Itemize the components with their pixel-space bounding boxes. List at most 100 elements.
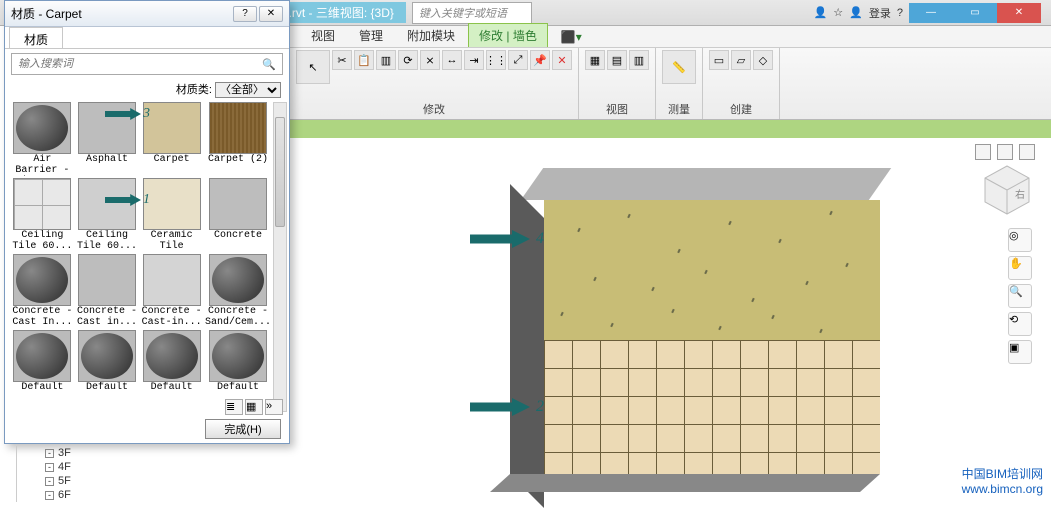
zoom-icon[interactable]: 🔍 [1008, 284, 1032, 308]
view-max-icon[interactable] [997, 144, 1013, 160]
tree-level[interactable]: -4F [16, 460, 186, 474]
measure-icon[interactable]: 📏 [662, 50, 696, 84]
material-name: Default [21, 382, 63, 404]
material-item[interactable]: Ceramic Tile [140, 178, 203, 252]
material-name: Asphalt [86, 154, 128, 176]
material-swatch [143, 254, 201, 306]
offset-icon[interactable]: ⇥ [464, 50, 484, 70]
view-min-icon[interactable] [975, 144, 991, 160]
scale-icon[interactable]: ⤢ [508, 50, 528, 70]
material-item[interactable]: Ceiling Tile 60... [76, 178, 139, 252]
pin-icon[interactable]: 📌 [530, 50, 550, 70]
panel-label: 创建 [730, 99, 752, 119]
scrollbar[interactable] [273, 102, 287, 412]
star-icon[interactable]: ☆ [833, 6, 843, 19]
close-button[interactable]: ✕ [997, 3, 1041, 23]
material-item[interactable]: Concrete - Cast in... [76, 254, 139, 328]
infocenter-icon[interactable]: 👤 [814, 6, 828, 19]
mirror-icon[interactable]: ▥ [376, 50, 396, 70]
panel-modify: ↖ ✂ 📋 ▥ ⟳ ⨯ ↔ ⇥ ⋮⋮ ⤢ 📌 ✕ 修改 [290, 48, 579, 119]
material-name: Concrete - Cast-in... [140, 306, 203, 328]
create-icon-3[interactable]: ◇ [753, 50, 773, 70]
filter-select[interactable]: 〈全部〉 [215, 82, 281, 98]
material-swatch [78, 330, 136, 382]
view-icon-2[interactable]: ▤ [607, 50, 627, 70]
arrow-icon [105, 194, 141, 206]
trim-icon[interactable]: ⨯ [420, 50, 440, 70]
view-list-icon[interactable]: ≣ [225, 399, 243, 415]
modify-tool-icon[interactable]: ↖ [296, 50, 330, 84]
done-button[interactable]: 完成(H) [205, 419, 281, 439]
cut-icon[interactable]: ✂ [332, 50, 352, 70]
tab-manage[interactable]: 管理 [348, 23, 394, 47]
user-account: 👤 ☆ 👤 登录 ? — ▭ ✕ [814, 3, 1051, 23]
create-icon-1[interactable]: ▭ [709, 50, 729, 70]
steering-wheel-icon[interactable]: ◎ [1008, 228, 1032, 252]
delete-icon[interactable]: ✕ [552, 50, 572, 70]
material-search-input[interactable] [12, 58, 256, 70]
align-icon[interactable]: ↔ [442, 50, 462, 70]
maximize-button[interactable]: ▭ [953, 3, 997, 23]
options-bar [290, 120, 1051, 138]
material-name: Concrete [214, 230, 262, 252]
search-icon[interactable]: 🔍 [256, 58, 282, 71]
help-icon[interactable]: ? [897, 7, 903, 19]
copy-icon[interactable]: 📋 [354, 50, 374, 70]
material-item[interactable]: Concrete - Cast In... [11, 254, 74, 328]
material-name: Ceiling Tile 60... [11, 230, 74, 252]
dialog-close-icon[interactable]: ✕ [259, 6, 283, 22]
view-icon-1[interactable]: ▦ [585, 50, 605, 70]
dialog-help-icon[interactable]: ? [233, 6, 257, 22]
tab-addins[interactable]: 附加模块 [396, 23, 466, 47]
ribbon-panel: ↖ ✂ 📋 ▥ ⟳ ⨯ ↔ ⇥ ⋮⋮ ⤢ 📌 ✕ 修改 ▦ ▤ ▥ 视图 📏 测… [290, 48, 1051, 120]
tab-materials[interactable]: 材质 [9, 27, 63, 48]
lookat-icon[interactable]: ▣ [1008, 340, 1032, 364]
tab-view[interactable]: 视图 [300, 23, 346, 47]
viewcube[interactable]: 右 [979, 162, 1035, 218]
view-window-controls [975, 144, 1035, 160]
tree-level[interactable]: -3F [16, 446, 186, 460]
material-item[interactable]: Default [11, 330, 74, 404]
pan-icon[interactable]: ✋ [1008, 256, 1032, 280]
tree-level[interactable]: -5F [16, 474, 186, 488]
material-item[interactable]: Default [140, 330, 203, 404]
dialog-titlebar[interactable]: 材质 - Carpet ? ✕ [5, 1, 289, 27]
user-icon[interactable]: 👤 [849, 6, 863, 19]
material-swatch [143, 330, 201, 382]
scrollbar-thumb[interactable] [275, 117, 285, 227]
login-link[interactable]: 登录 [869, 5, 891, 21]
array-icon[interactable]: ⋮⋮ [486, 50, 506, 70]
annotation-3: 3 [105, 106, 150, 122]
material-grid: Air Barrier - Air In...AsphaltCarpetCarp… [11, 102, 271, 404]
materials-dialog: 材质 - Carpet ? ✕ 材质 🔍 材质类: 〈全部〉 Air Barri… [4, 0, 290, 444]
material-item[interactable]: Concrete - Sand/Cem... [205, 254, 271, 328]
rotate-icon[interactable]: ⟳ [398, 50, 418, 70]
panel-label: 修改 [423, 99, 445, 119]
view-close-icon[interactable] [1019, 144, 1035, 160]
view-icon-3[interactable]: ▥ [629, 50, 649, 70]
orbit-icon[interactable]: ⟲ [1008, 312, 1032, 336]
material-swatch [209, 178, 267, 230]
material-search: 🔍 [11, 53, 283, 75]
navigation-bar: ◎ ✋ 🔍 ⟲ ▣ [1007, 228, 1033, 364]
create-icon-2[interactable]: ▱ [731, 50, 751, 70]
material-item[interactable]: Concrete [205, 178, 271, 252]
view-more-icon[interactable]: » [265, 399, 283, 415]
material-item[interactable]: Default [76, 330, 139, 404]
project-browser-fragment: -3F -4F -5F -6F [16, 446, 186, 502]
wall-lower-surface [544, 340, 880, 474]
dialog-view-toggles: ≣ ▦ » [225, 399, 283, 415]
material-item[interactable]: Concrete - Cast-in... [140, 254, 203, 328]
material-item[interactable]: Carpet (2) [205, 102, 271, 176]
drawing-viewport[interactable]: 右 ◎ ✋ 🔍 ⟲ ▣ 4 2 中国 [290, 138, 1051, 500]
view-grid-icon[interactable]: ▦ [245, 399, 263, 415]
material-item[interactable]: Air Barrier - Air In... [11, 102, 74, 176]
filter-label: 材质类: [176, 84, 212, 96]
material-name: Carpet (2) [208, 154, 268, 176]
wall-model[interactable] [510, 168, 900, 488]
material-item[interactable]: Default [205, 330, 271, 404]
material-item[interactable]: Ceiling Tile 60... [11, 178, 74, 252]
minimize-button[interactable]: — [909, 3, 953, 23]
help-search-input[interactable]: 键入关键字或短语 [412, 2, 532, 24]
tab-modify[interactable]: 修改 | 墙色 [468, 23, 548, 47]
